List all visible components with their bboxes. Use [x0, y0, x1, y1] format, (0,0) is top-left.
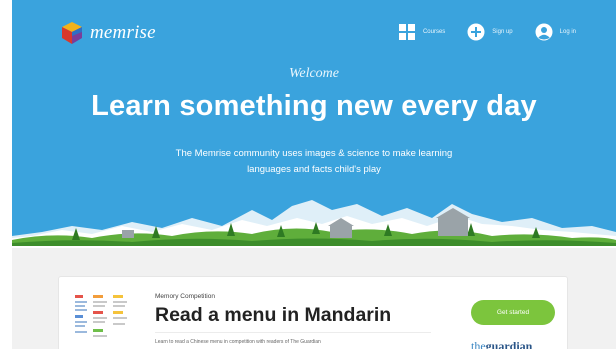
welcome-text: Welcome — [288, 66, 340, 81]
partner-name: guardian — [485, 339, 533, 349]
memrise-homepage: memrise Courses Sign up Log in Welcome L… — [12, 0, 616, 349]
card-title[interactable]: Read a menu in Mandarin — [155, 304, 391, 327]
user-icon — [535, 23, 553, 41]
mountain-landscape-illustration — [12, 200, 616, 248]
featured-course-card[interactable]: Memory Competition Read a menu in Mandar… — [58, 276, 568, 349]
hero-subtitle: The Memrise community uses images & scie… — [175, 148, 453, 175]
nav-log-in-link[interactable]: Log in — [535, 23, 576, 41]
hero-headline: Learn something new every day — [91, 90, 537, 122]
top-nav: memrise Courses Sign up Log in — [12, 0, 616, 64]
courses-grid-icon — [398, 24, 415, 40]
nav-courses-link[interactable]: Courses — [398, 23, 445, 41]
nav-links: Courses Sign up Log in — [376, 23, 576, 41]
get-started-button[interactable]: Get started — [471, 300, 555, 325]
nav-log-in-label: Log in — [559, 29, 576, 35]
nav-sign-up-label: Sign up — [492, 29, 513, 35]
memrise-logo-icon — [62, 22, 82, 44]
card-kicker: Memory Competition — [155, 293, 215, 300]
logo-wordmark: memrise — [90, 22, 156, 43]
card-description: Learn to read a Chinese menu in competit… — [155, 339, 321, 345]
hero-banner: memrise Courses Sign up Log in Welcome L… — [12, 0, 616, 248]
memrise-logo[interactable]: memrise — [62, 22, 156, 44]
partner-prefix: the — [471, 339, 486, 349]
card-divider — [155, 332, 431, 333]
nav-sign-up-link[interactable]: Sign up — [467, 23, 513, 41]
guardian-logo: theguardian — [471, 339, 532, 349]
sign-up-plus-icon — [467, 23, 485, 41]
menu-thumbnail — [73, 291, 131, 347]
nav-courses-label: Courses — [422, 29, 446, 35]
